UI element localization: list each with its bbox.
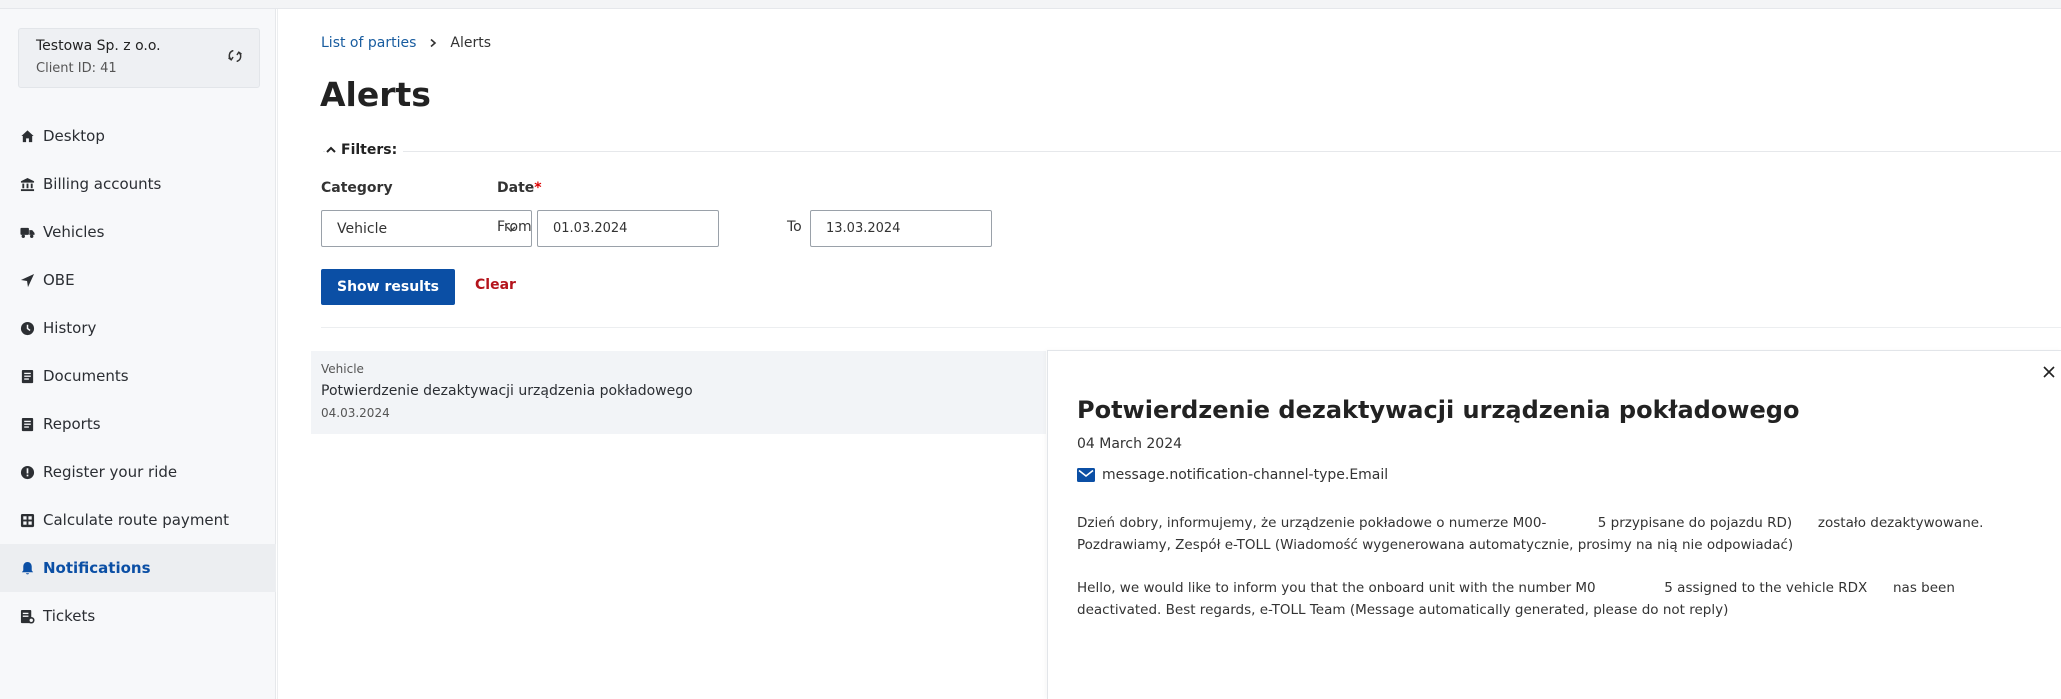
- sidebar-item-documents[interactable]: Documents: [0, 352, 276, 400]
- sidebar-item-reports[interactable]: Reports: [0, 400, 276, 448]
- alert-circle-icon: [19, 464, 35, 480]
- to-label: To: [787, 219, 802, 235]
- notification-channel-label: message.notification-channel-type.Email: [1102, 467, 1389, 483]
- client-switcher[interactable]: Testowa Sp. z o.o. Client ID: 41: [18, 28, 260, 88]
- message-en-line1: Hello, we would like to inform you that …: [1077, 580, 1955, 596]
- close-icon[interactable]: [2041, 364, 2057, 380]
- category-label: Category: [321, 180, 393, 196]
- detail-title: Potwierdzenie dezaktywacji urządzenia po…: [1077, 396, 1800, 424]
- sidebar-item-label: Notifications: [43, 559, 151, 577]
- date-to-input[interactable]: 13.03.2024: [810, 210, 992, 247]
- list-item[interactable]: Vehicle Potwierdzenie dezaktywacji urząd…: [311, 351, 1046, 434]
- sidebar-item-label: Vehicles: [43, 223, 105, 241]
- list-item-category: Vehicle: [321, 362, 364, 376]
- filters-toggle[interactable]: Filters:: [325, 142, 404, 158]
- sidebar-item-label: Calculate route payment: [43, 511, 230, 529]
- sidebar-item-desktop[interactable]: Desktop: [0, 112, 276, 160]
- filters-divider: [323, 151, 2061, 152]
- sidebar-item-label: Reports: [43, 415, 101, 433]
- sidebar: Testowa Sp. z o.o. Client ID: 41 Desktop…: [0, 9, 276, 699]
- chevron-right-icon: [430, 38, 437, 48]
- date-label: Date*: [497, 180, 542, 196]
- calculator-icon: [19, 512, 35, 528]
- top-bar: [0, 0, 2061, 9]
- sidebar-item-notifications[interactable]: Notifications: [0, 544, 276, 592]
- date-to-value: 13.03.2024: [826, 221, 901, 236]
- client-id: Client ID: 41: [36, 61, 117, 76]
- required-mark: *: [534, 180, 542, 196]
- category-select-value: Vehicle: [337, 220, 388, 237]
- sidebar-item-calculate-route-payment[interactable]: Calculate route payment: [0, 496, 276, 544]
- client-name: Testowa Sp. z o.o.: [36, 38, 161, 54]
- detail-date: 04 March 2024: [1077, 436, 1183, 452]
- notification-detail-panel: Potwierdzenie dezaktywacji urządzenia po…: [1047, 350, 2061, 699]
- filters-toggle-label: Filters:: [341, 142, 398, 158]
- message-pl-line2: Pozdrawiamy, Zespół e-TOLL (Wiadomość wy…: [1077, 537, 1794, 553]
- sidebar-item-history[interactable]: History: [0, 304, 276, 352]
- from-label: From: [497, 219, 532, 235]
- breadcrumb-link-list-of-parties[interactable]: List of parties: [321, 35, 416, 51]
- breadcrumb: List of parties Alerts: [321, 35, 491, 51]
- sidebar-item-label: Register your ride: [43, 463, 178, 481]
- home-icon: [19, 128, 35, 144]
- message-en-line2: deactivated. Best regards, e-TOLL Team (…: [1077, 602, 1729, 618]
- bell-icon: [19, 560, 35, 576]
- sidebar-item-label: Documents: [43, 367, 129, 385]
- notification-channel: message.notification-channel-type.Email: [1077, 467, 1388, 483]
- main-content: List of parties Alerts Alerts Filters: C…: [277, 9, 2061, 699]
- results-divider: [321, 327, 2061, 328]
- report-icon: [19, 416, 35, 432]
- switch-client-icon[interactable]: [226, 47, 244, 65]
- document-icon: [19, 368, 35, 384]
- truck-icon: [19, 224, 35, 240]
- sidebar-item-billing-accounts[interactable]: Billing accounts: [0, 160, 276, 208]
- sidebar-item-vehicles[interactable]: Vehicles: [0, 208, 276, 256]
- clear-button[interactable]: Clear: [475, 277, 516, 293]
- date-from-value: 01.03.2024: [553, 221, 628, 236]
- date-from-input[interactable]: 01.03.2024: [537, 210, 719, 247]
- list-item-title: Potwierdzenie dezaktywacji urządzenia po…: [321, 383, 693, 399]
- email-icon: [1077, 468, 1095, 482]
- sidebar-item-label: OBE: [43, 271, 75, 289]
- message-pl-line1: Dzień dobry, informujemy, że urządzenie …: [1077, 515, 1984, 531]
- bank-icon: [19, 176, 35, 192]
- location-arrow-icon: [19, 272, 35, 288]
- sidebar-item-label: History: [43, 319, 97, 337]
- sidebar-item-register-your-ride[interactable]: Register your ride: [0, 448, 276, 496]
- sidebar-item-tickets[interactable]: Tickets: [0, 592, 276, 640]
- list-item-date: 04.03.2024: [321, 406, 390, 420]
- sidebar-item-label: Tickets: [43, 607, 96, 625]
- sidebar-item-obe[interactable]: OBE: [0, 256, 276, 304]
- ticket-icon: [19, 608, 35, 624]
- sidebar-item-label: Desktop: [43, 127, 105, 145]
- chevron-up-icon: [326, 146, 336, 153]
- page-title: Alerts: [320, 75, 431, 114]
- clock-icon: [19, 320, 35, 336]
- breadcrumb-current: Alerts: [450, 35, 491, 51]
- sidebar-item-label: Billing accounts: [43, 175, 162, 193]
- show-results-button[interactable]: Show results: [321, 269, 455, 305]
